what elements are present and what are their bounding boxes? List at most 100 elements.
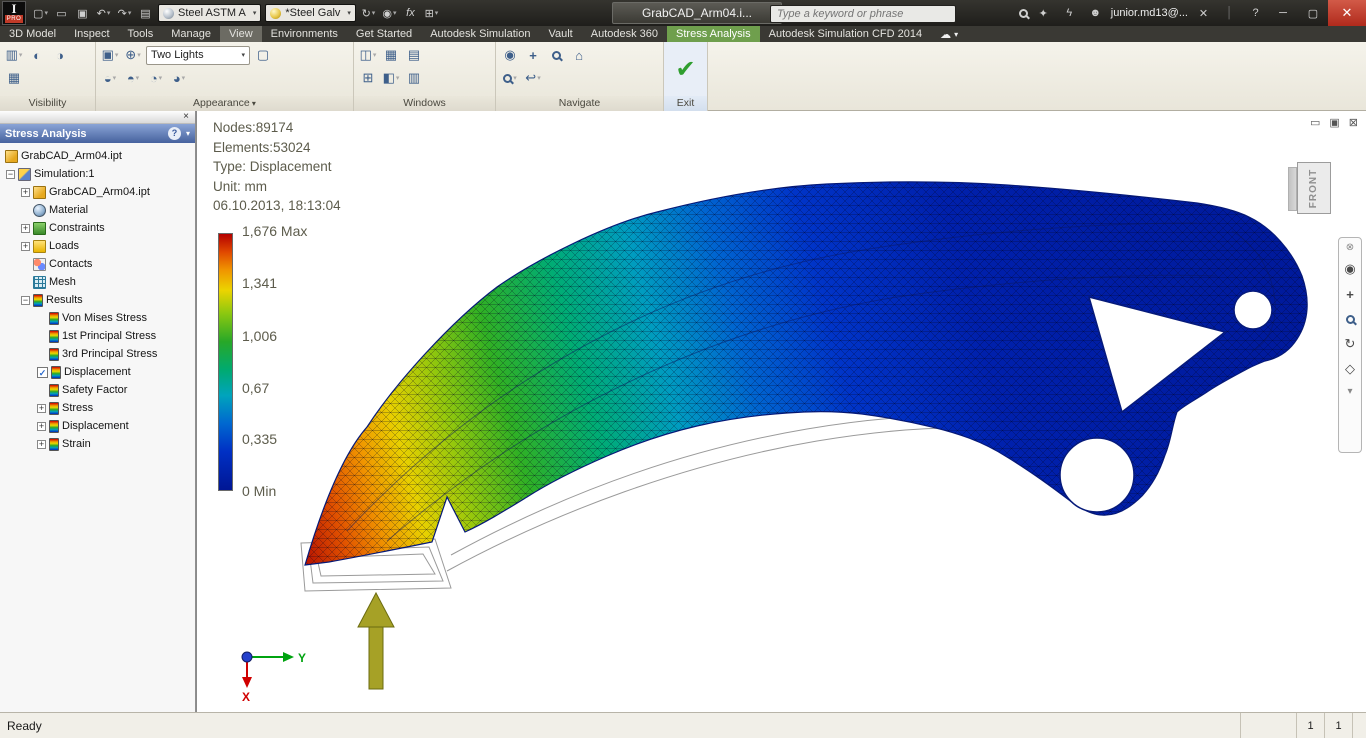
- sign-out-icon[interactable]: ✕: [1194, 4, 1213, 23]
- parameters-fx-button[interactable]: fx: [401, 4, 420, 23]
- cascade-windows-icon[interactable]: ▤: [404, 45, 424, 65]
- expand-icon[interactable]: [21, 187, 30, 197]
- expand-icon[interactable]: [37, 439, 46, 449]
- measure-button[interactable]: ⊞: [422, 4, 441, 23]
- sync-button[interactable]: ↻: [359, 4, 378, 23]
- expand-icon[interactable]: [21, 223, 30, 233]
- tab-autodesk-simulation[interactable]: Autodesk Simulation: [421, 26, 539, 42]
- collapse-icon[interactable]: [6, 169, 15, 179]
- tree-item-displacement-folder[interactable]: Displacement: [0, 417, 195, 435]
- tab-get-started[interactable]: Get Started: [347, 26, 421, 42]
- cloud-menu[interactable]: ☁ ▾: [931, 26, 967, 42]
- new-file-button[interactable]: ▢: [31, 4, 50, 23]
- tab-environments[interactable]: Environments: [262, 26, 347, 42]
- close-panel-icon[interactable]: ×: [180, 111, 192, 123]
- help-search-box[interactable]: [770, 4, 956, 23]
- tree-item-safety-factor[interactable]: Safety Factor: [0, 381, 195, 399]
- group-label-appearance[interactable]: Appearance: [96, 96, 353, 111]
- navigation-wheel-icon[interactable]: ◉: [1341, 260, 1359, 278]
- material-combo[interactable]: Steel ASTM A: [158, 4, 262, 22]
- view-cube-front-face[interactable]: FRONT: [1297, 162, 1331, 214]
- tab-stress-analysis[interactable]: Stress Analysis: [667, 26, 760, 42]
- zoom-all-icon[interactable]: [500, 68, 520, 88]
- tab-tools[interactable]: Tools: [119, 26, 163, 42]
- expand-icon[interactable]: [21, 241, 30, 251]
- load-arrow[interactable]: [357, 591, 395, 690]
- globe-button[interactable]: ◉: [380, 4, 399, 23]
- graphics-viewport[interactable]: Y X Nodes:89174 Elements:53024 Type: Dis…: [196, 111, 1366, 712]
- tree-item-stress-folder[interactable]: Stress: [0, 399, 195, 417]
- tab-inspect[interactable]: Inspect: [65, 26, 118, 42]
- split-window-icon[interactable]: ◧: [381, 68, 401, 88]
- switch-windows-icon[interactable]: ◫: [358, 45, 378, 65]
- navbar-menu-chevron-icon[interactable]: ▾: [1341, 385, 1359, 397]
- tab-simulation-cfd[interactable]: Autodesk Simulation CFD 2014: [760, 26, 931, 42]
- redo-button[interactable]: ↷: [115, 4, 134, 23]
- tree-item-strain-folder[interactable]: Strain: [0, 435, 195, 453]
- zoom-icon[interactable]: [546, 45, 566, 65]
- tree-item-constraints[interactable]: Constraints: [0, 219, 195, 237]
- shadow-toggle-icon[interactable]: ◒: [100, 68, 120, 88]
- panel-help-icon[interactable]: ?: [167, 127, 181, 140]
- browser-header[interactable]: Stress Analysis ?: [0, 124, 195, 143]
- navbar-close-icon[interactable]: ⊗: [1341, 241, 1359, 253]
- app-logo[interactable]: I PRO: [2, 1, 26, 25]
- expand-icon[interactable]: [37, 403, 46, 413]
- lightning-icon[interactable]: ϟ: [1060, 4, 1079, 23]
- collapse-icon[interactable]: [21, 295, 30, 305]
- reflection-toggle-icon[interactable]: ◓: [123, 68, 143, 88]
- lighting-style-combo[interactable]: Two Lights: [146, 45, 250, 65]
- tree-item-loads[interactable]: Loads: [0, 237, 195, 255]
- navigation-wheel-icon[interactable]: ◉: [500, 45, 520, 65]
- view-cube-side-face[interactable]: [1288, 167, 1297, 211]
- print-button[interactable]: ▤: [136, 4, 155, 23]
- restore-view-icon[interactable]: ▣: [1329, 116, 1339, 129]
- save-button[interactable]: ▣: [73, 4, 92, 23]
- finish-stress-analysis-button[interactable]: ✔: [675, 50, 695, 90]
- pan-icon[interactable]: +: [1341, 285, 1359, 303]
- tab-autodesk-360[interactable]: Autodesk 360: [582, 26, 667, 42]
- expand-icon[interactable]: [37, 421, 46, 431]
- tab-manage[interactable]: Manage: [162, 26, 220, 42]
- signed-in-user[interactable]: junior.md13@...: [1111, 7, 1188, 19]
- tree-item-mesh[interactable]: Mesh: [0, 273, 195, 291]
- tree-item-von-mises[interactable]: Von Mises Stress: [0, 309, 195, 327]
- maximize-window-button[interactable]: ▢: [1298, 0, 1328, 26]
- object-visibility-icon[interactable]: ▥: [4, 45, 24, 65]
- close-view-icon[interactable]: ⊠: [1349, 116, 1358, 129]
- ray-tracing-icon[interactable]: ⊕: [123, 45, 143, 65]
- tree-item-root-part[interactable]: GrabCAD_Arm04.ipt: [0, 147, 195, 165]
- tree-item-3rd-principal[interactable]: 3rd Principal Stress: [0, 345, 195, 363]
- visual-style-dropdown-icon[interactable]: ▣: [100, 45, 120, 65]
- tree-item-part[interactable]: GrabCAD_Arm04.ipt: [0, 183, 195, 201]
- pan-icon[interactable]: +: [523, 45, 543, 65]
- help-icon[interactable]: ?: [1246, 4, 1265, 23]
- open-file-button[interactable]: ▭: [52, 4, 71, 23]
- visual-style-icon[interactable]: ◐: [27, 45, 47, 65]
- orbit-icon[interactable]: ↻: [1341, 335, 1359, 353]
- tree-item-contacts[interactable]: Contacts: [0, 255, 195, 273]
- tile-windows-icon[interactable]: ▦: [381, 45, 401, 65]
- texture-toggle-icon[interactable]: ◕: [169, 68, 189, 88]
- displacement-checkbox[interactable]: [37, 366, 48, 378]
- tab-vault[interactable]: Vault: [539, 26, 581, 42]
- appearance-combo[interactable]: *Steel Galv: [265, 4, 356, 22]
- undo-button[interactable]: ↶: [94, 4, 113, 23]
- tree-item-simulation[interactable]: Simulation:1: [0, 165, 195, 183]
- key-icon[interactable]: ✦: [1034, 4, 1053, 23]
- search-icon[interactable]: [1018, 8, 1028, 18]
- minimize-window-button[interactable]: ─: [1268, 0, 1298, 26]
- previous-view-icon[interactable]: ↩: [523, 68, 543, 88]
- shadows-icon[interactable]: ◑: [50, 45, 70, 65]
- ground-plane-icon[interactable]: ◔: [146, 68, 166, 88]
- clean-screen-icon[interactable]: ▥: [404, 68, 424, 88]
- camera-icon[interactable]: ▢: [253, 45, 273, 65]
- model-canvas[interactable]: Y X: [197, 111, 1366, 712]
- tab-view[interactable]: View: [220, 26, 262, 42]
- minimize-view-icon[interactable]: ▭: [1310, 116, 1320, 129]
- tree-item-displacement-result[interactable]: Displacement: [0, 363, 195, 381]
- tree-item-1st-principal[interactable]: 1st Principal Stress: [0, 327, 195, 345]
- view-cube[interactable]: FRONT: [1288, 160, 1336, 216]
- panel-grip[interactable]: ×: [0, 111, 195, 124]
- home-view-icon[interactable]: ⌂: [569, 45, 589, 65]
